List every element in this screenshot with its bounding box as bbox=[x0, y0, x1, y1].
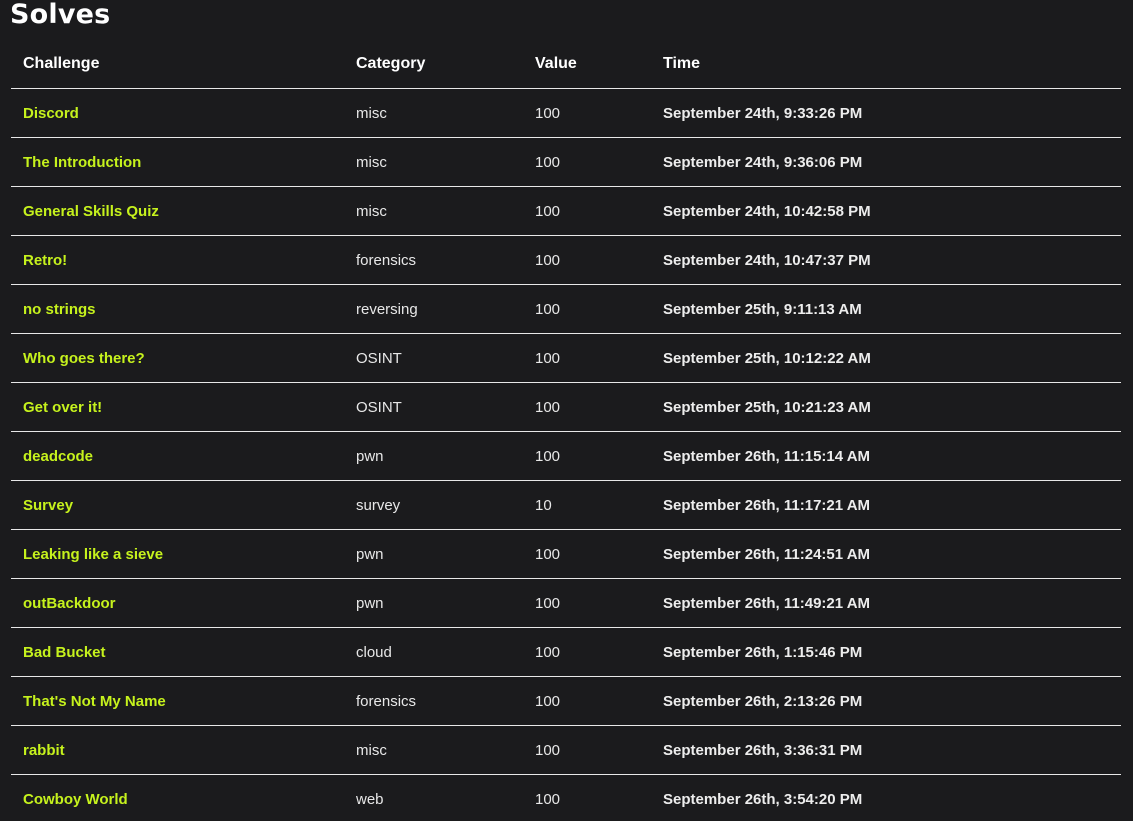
challenge-link[interactable]: Survey bbox=[23, 497, 73, 514]
challenge-link[interactable]: deadcode bbox=[23, 448, 93, 465]
challenge-cell: Discord bbox=[11, 88, 344, 138]
time-cell: September 24th, 10:47:37 PM bbox=[651, 235, 1121, 285]
value-cell: 100 bbox=[523, 774, 651, 821]
table-row: no strings reversing 100 September 25th, 9:… bbox=[11, 284, 1121, 334]
challenge-link[interactable]: Bad Bucket bbox=[23, 644, 106, 661]
challenge-link[interactable]: Discord bbox=[23, 105, 79, 122]
value-cell: 100 bbox=[523, 578, 651, 628]
value-cell: 100 bbox=[523, 235, 651, 285]
challenge-cell: outBackdoor bbox=[11, 578, 344, 628]
category-cell: reversing bbox=[344, 284, 523, 334]
table-row: Discord misc 100 September 24th, 9:33:26 PM bbox=[11, 88, 1121, 138]
category-cell: pwn bbox=[344, 431, 523, 481]
value-cell: 100 bbox=[523, 382, 651, 432]
time-cell: September 25th, 10:21:23 AM bbox=[651, 382, 1121, 432]
table-body: Discord misc 100 September 24th, 9:33:26 PM… bbox=[11, 88, 1121, 821]
header-time[interactable]: Time bbox=[651, 40, 1121, 89]
challenge-cell: Leaking like a sieve bbox=[11, 529, 344, 579]
category-cell: forensics bbox=[344, 676, 523, 726]
challenge-cell: Bad Bucket bbox=[11, 627, 344, 677]
value-cell: 100 bbox=[523, 186, 651, 236]
value-cell: 100 bbox=[523, 333, 651, 383]
challenge-link[interactable]: General Skills Quiz bbox=[23, 203, 159, 220]
challenge-cell: The Introduction bbox=[11, 137, 344, 187]
challenge-link[interactable]: Get over it! bbox=[23, 399, 102, 416]
challenge-link[interactable]: Cowboy World bbox=[23, 791, 128, 808]
table-row: Cowboy World web 100 September 26th, 3:54:2… bbox=[11, 774, 1121, 821]
value-cell: 100 bbox=[523, 529, 651, 579]
table-row: Survey survey 10 September 26th, 11:17:21 A… bbox=[11, 480, 1121, 530]
challenge-cell: Who goes there? bbox=[11, 333, 344, 383]
table-row: General Skills Quiz misc 100 September 24th… bbox=[11, 186, 1121, 236]
time-cell: September 26th, 3:54:20 PM bbox=[651, 774, 1121, 821]
time-cell: September 24th, 10:42:58 PM bbox=[651, 186, 1121, 236]
category-cell: OSINT bbox=[344, 382, 523, 432]
table-header-row: Challenge Category Value Time bbox=[11, 40, 1121, 89]
table-row: That's Not My Name forensics 100 September … bbox=[11, 676, 1121, 726]
time-cell: September 26th, 11:24:51 AM bbox=[651, 529, 1121, 579]
time-cell: September 26th, 3:36:31 PM bbox=[651, 725, 1121, 775]
challenge-link[interactable]: outBackdoor bbox=[23, 595, 116, 612]
time-cell: September 25th, 10:12:22 AM bbox=[651, 333, 1121, 383]
table-row: Leaking like a sieve pwn 100 September 26th… bbox=[11, 529, 1121, 579]
challenge-link[interactable]: Who goes there? bbox=[23, 350, 145, 367]
solves-page: Solves Challenge Category Value Time Dis… bbox=[0, 0, 1133, 821]
value-cell: 100 bbox=[523, 284, 651, 334]
challenge-cell: Retro! bbox=[11, 235, 344, 285]
time-cell: September 24th, 9:33:26 PM bbox=[651, 88, 1121, 138]
category-cell: misc bbox=[344, 186, 523, 236]
challenge-cell: That's Not My Name bbox=[11, 676, 344, 726]
challenge-cell: Cowboy World bbox=[11, 774, 344, 821]
challenge-cell: no strings bbox=[11, 284, 344, 334]
challenge-link[interactable]: Retro! bbox=[23, 252, 67, 269]
table-row: Bad Bucket cloud 100 September 26th, 1:15:4… bbox=[11, 627, 1121, 677]
challenge-link[interactable]: That's Not My Name bbox=[23, 693, 166, 710]
value-cell: 100 bbox=[523, 88, 651, 138]
time-cell: September 26th, 11:15:14 AM bbox=[651, 431, 1121, 481]
challenge-link[interactable]: rabbit bbox=[23, 742, 65, 759]
header-challenge[interactable]: Challenge bbox=[11, 40, 344, 89]
challenge-link[interactable]: no strings bbox=[23, 301, 96, 318]
table-row: Who goes there? OSINT 100 September 25th, 1… bbox=[11, 333, 1121, 383]
challenge-cell: rabbit bbox=[11, 725, 344, 775]
table-row: Get over it! OSINT 100 September 25th, 10:2… bbox=[11, 382, 1121, 432]
table-row: rabbit misc 100 September 26th, 3:36:31 PM bbox=[11, 725, 1121, 775]
table-row: The Introduction misc 100 September 24th, 9… bbox=[11, 137, 1121, 187]
category-cell: pwn bbox=[344, 529, 523, 579]
category-cell: misc bbox=[344, 88, 523, 138]
category-cell: pwn bbox=[344, 578, 523, 628]
time-cell: September 26th, 2:13:26 PM bbox=[651, 676, 1121, 726]
value-cell: 100 bbox=[523, 137, 651, 187]
table-row: Retro! forensics 100 September 24th, 10:47:… bbox=[11, 235, 1121, 285]
time-cell: September 26th, 11:49:21 AM bbox=[651, 578, 1121, 628]
value-cell: 10 bbox=[523, 480, 651, 530]
time-cell: September 26th, 11:17:21 AM bbox=[651, 480, 1121, 530]
solves-table: Challenge Category Value Time Discord mis… bbox=[11, 40, 1121, 821]
time-cell: September 26th, 1:15:46 PM bbox=[651, 627, 1121, 677]
value-cell: 100 bbox=[523, 676, 651, 726]
time-cell: September 25th, 9:11:13 AM bbox=[651, 284, 1121, 334]
category-cell: cloud bbox=[344, 627, 523, 677]
category-cell: survey bbox=[344, 480, 523, 530]
page-title: Solves bbox=[10, 0, 111, 30]
challenge-cell: Get over it! bbox=[11, 382, 344, 432]
challenge-link[interactable]: Leaking like a sieve bbox=[23, 546, 163, 563]
category-cell: forensics bbox=[344, 235, 523, 285]
table-row: deadcode pwn 100 September 26th, 11:15:14 A… bbox=[11, 431, 1121, 481]
time-cell: September 24th, 9:36:06 PM bbox=[651, 137, 1121, 187]
category-cell: misc bbox=[344, 137, 523, 187]
challenge-link[interactable]: The Introduction bbox=[23, 154, 141, 171]
header-value[interactable]: Value bbox=[523, 40, 651, 89]
challenge-cell: General Skills Quiz bbox=[11, 186, 344, 236]
value-cell: 100 bbox=[523, 725, 651, 775]
category-cell: web bbox=[344, 774, 523, 821]
challenge-cell: deadcode bbox=[11, 431, 344, 481]
table-row: outBackdoor pwn 100 September 26th, 11:49:2… bbox=[11, 578, 1121, 628]
category-cell: misc bbox=[344, 725, 523, 775]
value-cell: 100 bbox=[523, 431, 651, 481]
value-cell: 100 bbox=[523, 627, 651, 677]
category-cell: OSINT bbox=[344, 333, 523, 383]
header-category[interactable]: Category bbox=[344, 40, 523, 89]
challenge-cell: Survey bbox=[11, 480, 344, 530]
